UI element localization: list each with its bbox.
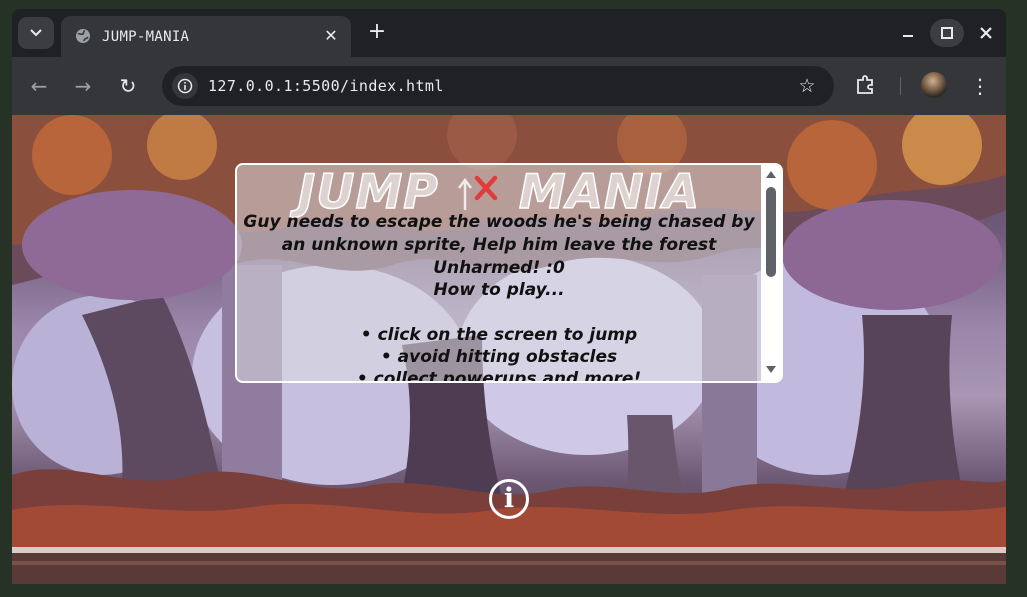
how-to-play-heading: How to play... (433, 280, 565, 300)
new-tab-button[interactable]: + (365, 21, 389, 45)
intro-dialog-content: JUMP MANIA Guy needs to escape the woods… (237, 165, 761, 381)
close-tab-icon[interactable]: ✕ (321, 26, 341, 46)
game-viewport[interactable]: JUMP MANIA Guy needs to escape the woods… (12, 115, 1006, 584)
minimize-button[interactable] (892, 19, 924, 47)
browser-window: JUMP-MANIA ✕ + ← → ↻ 127.0.0.1:5500/inde… (12, 9, 1006, 584)
chevron-down-icon (30, 29, 42, 37)
rule-item: • click on the screen to jump (360, 325, 638, 345)
globe-icon (76, 29, 90, 43)
menu-kebab-icon[interactable]: ⋮ (970, 73, 990, 99)
scroll-up-arrow-icon[interactable] (766, 171, 776, 178)
tab-strip: JUMP-MANIA ✕ + (12, 9, 1006, 57)
extensions-button[interactable] (854, 72, 880, 100)
intro-dialog[interactable]: JUMP MANIA Guy needs to escape the woods… (235, 163, 783, 383)
rule-item: • avoid hitting obstacles (380, 347, 618, 367)
maximize-icon (941, 27, 953, 39)
profile-avatar[interactable] (921, 72, 947, 98)
close-icon (980, 27, 992, 39)
toolbar-divider (900, 77, 901, 95)
tab-title: JUMP-MANIA (102, 29, 190, 45)
jump-arrow-icon (444, 172, 514, 212)
tab-search-button[interactable] (18, 17, 54, 49)
info-button[interactable]: i (489, 479, 529, 519)
rules-list: • click on the screen to jump • avoid hi… (237, 324, 761, 383)
tab-jump-mania[interactable]: JUMP-MANIA ✕ (61, 16, 351, 57)
puzzle-icon (857, 75, 873, 94)
forward-button[interactable]: → (70, 73, 96, 99)
story-text: Guy needs to escape the woods he's being… (243, 212, 755, 278)
reload-button[interactable]: ↻ (115, 73, 141, 99)
scroll-down-arrow-icon[interactable] (766, 366, 776, 373)
info-icon (177, 78, 193, 94)
scroll-thumb[interactable] (766, 187, 776, 277)
address-bar[interactable]: 127.0.0.1:5500/index.html ☆ (162, 66, 834, 106)
dialog-scrollbar[interactable] (761, 165, 781, 381)
close-window-button[interactable] (970, 19, 1002, 47)
browser-toolbar: ← → ↻ 127.0.0.1:5500/index.html ☆ ⋮ (12, 57, 1006, 115)
back-button[interactable]: ← (26, 73, 52, 99)
url-text[interactable]: 127.0.0.1:5500/index.html (208, 77, 444, 95)
minimize-icon (903, 35, 913, 37)
bookmark-star-icon[interactable]: ☆ (796, 75, 818, 97)
maximize-button[interactable] (930, 19, 964, 47)
site-info-button[interactable] (172, 73, 198, 99)
rule-item: • collect powerups and more! (356, 369, 642, 383)
